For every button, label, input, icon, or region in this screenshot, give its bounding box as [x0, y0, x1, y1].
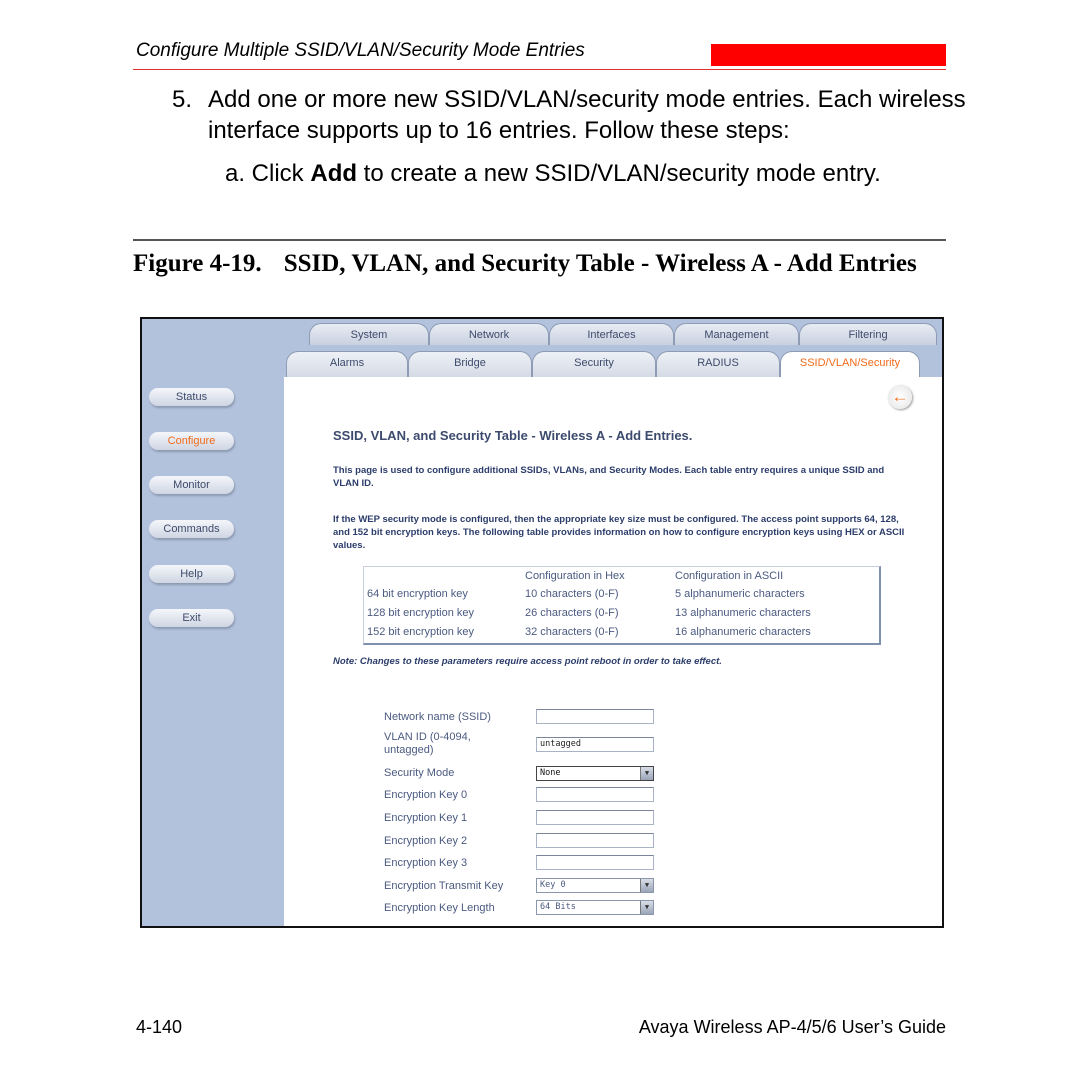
vlan-id-label: VLAN ID (0-4094, untagged)	[384, 731, 471, 756]
back-arrow-icon[interactable]: ←	[888, 385, 912, 409]
step-number: 5.	[172, 86, 193, 113]
table-cell: 64 bit encryption key	[367, 588, 468, 600]
encryption-key-table: Configuration in Hex Configuration in AS…	[363, 566, 881, 645]
tab-alarms[interactable]: Alarms	[286, 351, 408, 377]
table-header-cell: Configuration in ASCII	[675, 570, 784, 582]
key1-input[interactable]	[536, 810, 654, 825]
transmit-key-label: Encryption Transmit Key	[384, 880, 504, 892]
key0-label: Encryption Key 0	[384, 789, 468, 801]
dropdown-arrow-icon[interactable]: ▼	[640, 901, 653, 914]
vlan-id-input[interactable]	[536, 737, 654, 752]
transmit-key-value: Key 0	[540, 880, 566, 890]
page-number: 4-140	[136, 1017, 183, 1037]
figure-caption-text: SSID, VLAN, and Security Table - Wireles…	[283, 250, 917, 277]
sidebar-status-button[interactable]: Status	[149, 388, 234, 406]
guide-title: Avaya Wireless AP-4/5/6 User’s Guide	[638, 1017, 946, 1037]
table-header-cell: Configuration in Hex	[525, 570, 625, 582]
intro-paragraph: This page is used to configure additiona…	[333, 465, 885, 489]
dropdown-arrow-icon[interactable]: ▼	[640, 879, 653, 892]
sidebar-exit-button[interactable]: Exit	[149, 609, 234, 627]
reboot-note: Note: Changes to these parameters requir…	[333, 656, 722, 667]
figure-label: Figure 4-19.	[133, 250, 262, 277]
wep-paragraph: If the WEP security mode is configured, …	[333, 514, 905, 551]
dropdown-arrow-icon[interactable]: ▼	[640, 767, 653, 780]
key2-input[interactable]	[536, 833, 654, 848]
tab-management[interactable]: Management	[674, 323, 799, 345]
tab-network[interactable]: Network	[429, 323, 549, 345]
substep-a: a. Click Add to create a new SSID/VLAN/s…	[225, 160, 881, 188]
key0-input[interactable]	[536, 787, 654, 802]
tab-system[interactable]: System	[309, 323, 429, 345]
ap-web-ui-screenshot: Status Configure Monitor Commands Help E…	[140, 317, 944, 928]
sidebar-help-button[interactable]: Help	[149, 565, 234, 583]
tab-filtering[interactable]: Filtering	[799, 323, 937, 345]
section-header-title: Configure Multiple SSID/VLAN/Security Mo…	[136, 40, 585, 61]
table-cell: 26 characters (0-F)	[525, 607, 619, 619]
sidebar: Status Configure Monitor Commands Help E…	[142, 319, 284, 926]
table-cell: 128 bit encryption key	[367, 607, 475, 619]
substep-suffix: to create a new SSID/VLAN/security mode …	[357, 160, 881, 187]
sidebar-monitor-button[interactable]: Monitor	[149, 476, 234, 494]
key-length-select[interactable]: 64 Bits ▼	[536, 900, 654, 915]
tab-bar: System Network Interfaces Management Fil…	[284, 319, 942, 377]
table-cell: 10 characters (0-F)	[525, 588, 619, 600]
key3-input[interactable]	[536, 855, 654, 870]
tab-interfaces[interactable]: Interfaces	[549, 323, 674, 345]
security-mode-label: Security Mode	[384, 767, 455, 779]
transmit-key-select[interactable]: Key 0 ▼	[536, 878, 654, 893]
header-red-bar	[711, 44, 946, 66]
tab-ssid-vlan-security[interactable]: SSID/VLAN/Security	[780, 351, 920, 377]
key-length-label: Encryption Key Length	[384, 902, 495, 914]
content-pane: ← SSID, VLAN, and Security Table - Wirel…	[284, 377, 942, 926]
header-rule	[133, 69, 946, 70]
ssid-input[interactable]	[536, 709, 654, 724]
key-length-value: 64 Bits	[540, 902, 576, 912]
key1-label: Encryption Key 1	[384, 812, 468, 824]
key3-label: Encryption Key 3	[384, 857, 468, 869]
ssid-label: Network name (SSID)	[384, 711, 491, 723]
table-cell: 16 alphanumeric characters	[675, 626, 811, 638]
tab-radius[interactable]: RADIUS	[656, 351, 780, 377]
figure-rule	[133, 239, 946, 241]
table-cell: 152 bit encryption key	[367, 626, 475, 638]
substep-bold: Add	[310, 160, 358, 187]
table-cell: 13 alphanumeric characters	[675, 607, 811, 619]
content-title: SSID, VLAN, and Security Table - Wireles…	[333, 428, 693, 443]
sidebar-commands-button[interactable]: Commands	[149, 520, 234, 538]
key2-label: Encryption Key 2	[384, 835, 468, 847]
substep-prefix: a. Click	[225, 160, 311, 187]
security-mode-select[interactable]: None ▼	[536, 766, 654, 781]
figure-caption: Figure 4-19. SSID, VLAN, and Security Tab…	[133, 251, 933, 277]
step-text: Add one or more new SSID/VLAN/security m…	[208, 86, 966, 144]
table-cell: 32 characters (0-F)	[525, 626, 619, 638]
sidebar-configure-button[interactable]: Configure	[149, 432, 234, 450]
tab-bridge[interactable]: Bridge	[408, 351, 532, 377]
tab-security[interactable]: Security	[532, 351, 656, 377]
table-cell: 5 alphanumeric characters	[675, 588, 805, 600]
security-mode-value: None	[540, 768, 561, 778]
